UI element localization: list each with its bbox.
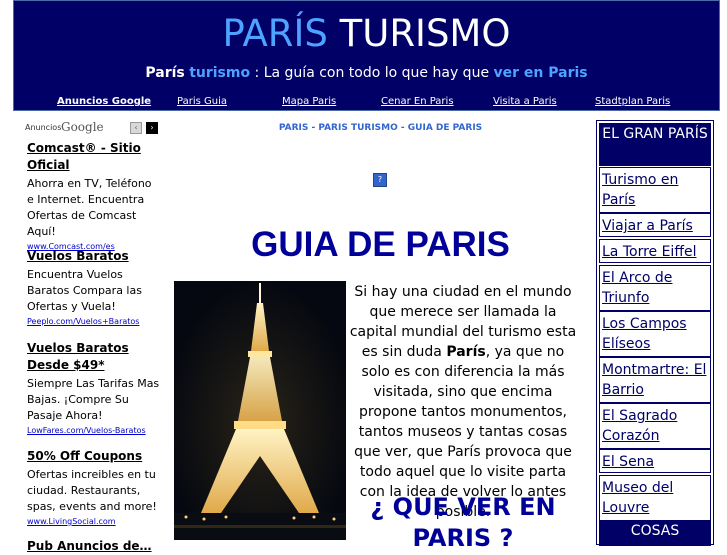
breadcrumb[interactable]: PARIS - PARIS TURISMO - GUIA DE PARIS [168,123,593,133]
title-part-2: TURISMO [339,12,511,55]
ad-body: Ofertas increibles en tu ciudad. Restaur… [27,468,157,513]
ads-label: Anuncios [25,123,62,132]
ad-body: Siempre Las Tarifas Mas Bajas. ¡Compre S… [27,377,160,422]
google-logo[interactable]: Google [61,120,104,134]
tagline-paris: París [145,65,185,81]
ad-url[interactable]: Peeplo.com/Vuelos+Baratos [27,316,161,328]
sidebar-link-sagrado[interactable]: El Sagrado Corazón [599,403,711,449]
ads-next-icon[interactable]: › [146,122,158,134]
sidebar-link-viajar[interactable]: Viajar a París [599,213,711,237]
nav-mapa-paris[interactable]: Mapa Paris [282,96,336,107]
tagline-turismo: turismo [189,65,251,81]
nav-cenar-en-paris[interactable]: Cenar En Paris [381,96,454,107]
ads-prev-icon[interactable]: ‹ [130,122,142,134]
ad-title[interactable]: 50% Off Coupons [27,448,161,465]
nav-stadtplan-paris[interactable]: Stadtplan Paris [595,96,670,107]
ads-column: Anuncios Google ‹ › Comcast® - Sitio Ofi… [24,120,161,553]
title-part-1: PARÍS [222,12,328,55]
intro-paragraph: Si hay una ciudad en el mundo que merece… [348,282,578,522]
nav-paris-guia[interactable]: Paris Guia [177,96,227,107]
sidebar-link-arco[interactable]: El Arco de Triunfo [599,265,711,311]
tagline-text: : La guía con todo lo que hay que [250,65,494,81]
sidebar-link-campos[interactable]: Los Campos Elíseos [599,311,711,357]
sidebar-heading: EL GRAN PARÍS [599,123,711,166]
ad-title[interactable]: Vuelos Baratos [27,248,161,265]
ad-item: 50% Off Coupons Ofertas increibles en tu… [27,448,161,528]
eiffel-tower-image [174,281,346,540]
ad-body: Encuentra Vuelos Baratos Compara las Ofe… [27,268,142,313]
top-nav: Anuncios Google Paris Guia Mapa Paris Ce… [14,96,721,112]
help-icon[interactable]: ? [373,173,387,187]
ad-title[interactable]: Pub Anuncios de… [27,538,161,555]
ad-item: Vuelos Baratos Desde $49* Siempre Las Ta… [27,340,161,437]
ads-header: Anuncios Google ‹ › [24,120,161,136]
ad-item: Comcast® - Sitio Oficial Ahorra en TV, T… [27,140,161,253]
ad-title[interactable]: Comcast® - Sitio Oficial [27,140,161,174]
sidebar-link-sena[interactable]: El Sena [599,449,711,473]
nav-visita-a-paris[interactable]: Visita a Paris [493,96,557,107]
site-header: PARÍS TURISMO París turismo : La guía co… [13,0,720,111]
ad-url[interactable]: www.LivingSocial.com [27,516,161,528]
nav-anuncios-google[interactable]: Anuncios Google [57,96,151,107]
site-tagline: París turismo : La guía con todo lo que … [14,63,719,83]
sidebar-link-louvre[interactable]: Museo del Louvre [599,475,711,521]
sidebar-link-torre-eiffel[interactable]: La Torre Eiffel [599,239,711,263]
ad-title[interactable]: Vuelos Baratos Desde $49* [27,340,161,374]
page-title: GUIA DE PARIS [251,225,510,264]
ad-item: Pub Anuncios de… [27,538,161,555]
tagline-ver-en-paris: ver en Paris [493,65,588,81]
ad-url[interactable]: LowFares.com/Vuelos-Baratos [27,425,161,437]
intro-bold: París [446,344,486,360]
sidebar-link-montmartre[interactable]: Montmartre: El Barrio [599,357,711,403]
eiffel-tower-photo [174,281,346,540]
ad-item: Vuelos Baratos Encuentra Vuelos Baratos … [27,248,161,328]
sidebar-heading-cosas: COSAS [599,521,711,546]
main-content: PARIS - PARIS TURISMO - GUIA DE PARIS ? … [168,120,593,552]
sidebar-link-turismo[interactable]: Turismo en París [599,167,711,213]
site-title[interactable]: PARÍS TURISMO [14,11,719,57]
ad-body: Ahorra en TV, Teléfono e Internet. Encue… [27,177,152,238]
right-sidebar: EL GRAN PARÍS Turismo en París Viajar a … [596,120,714,546]
